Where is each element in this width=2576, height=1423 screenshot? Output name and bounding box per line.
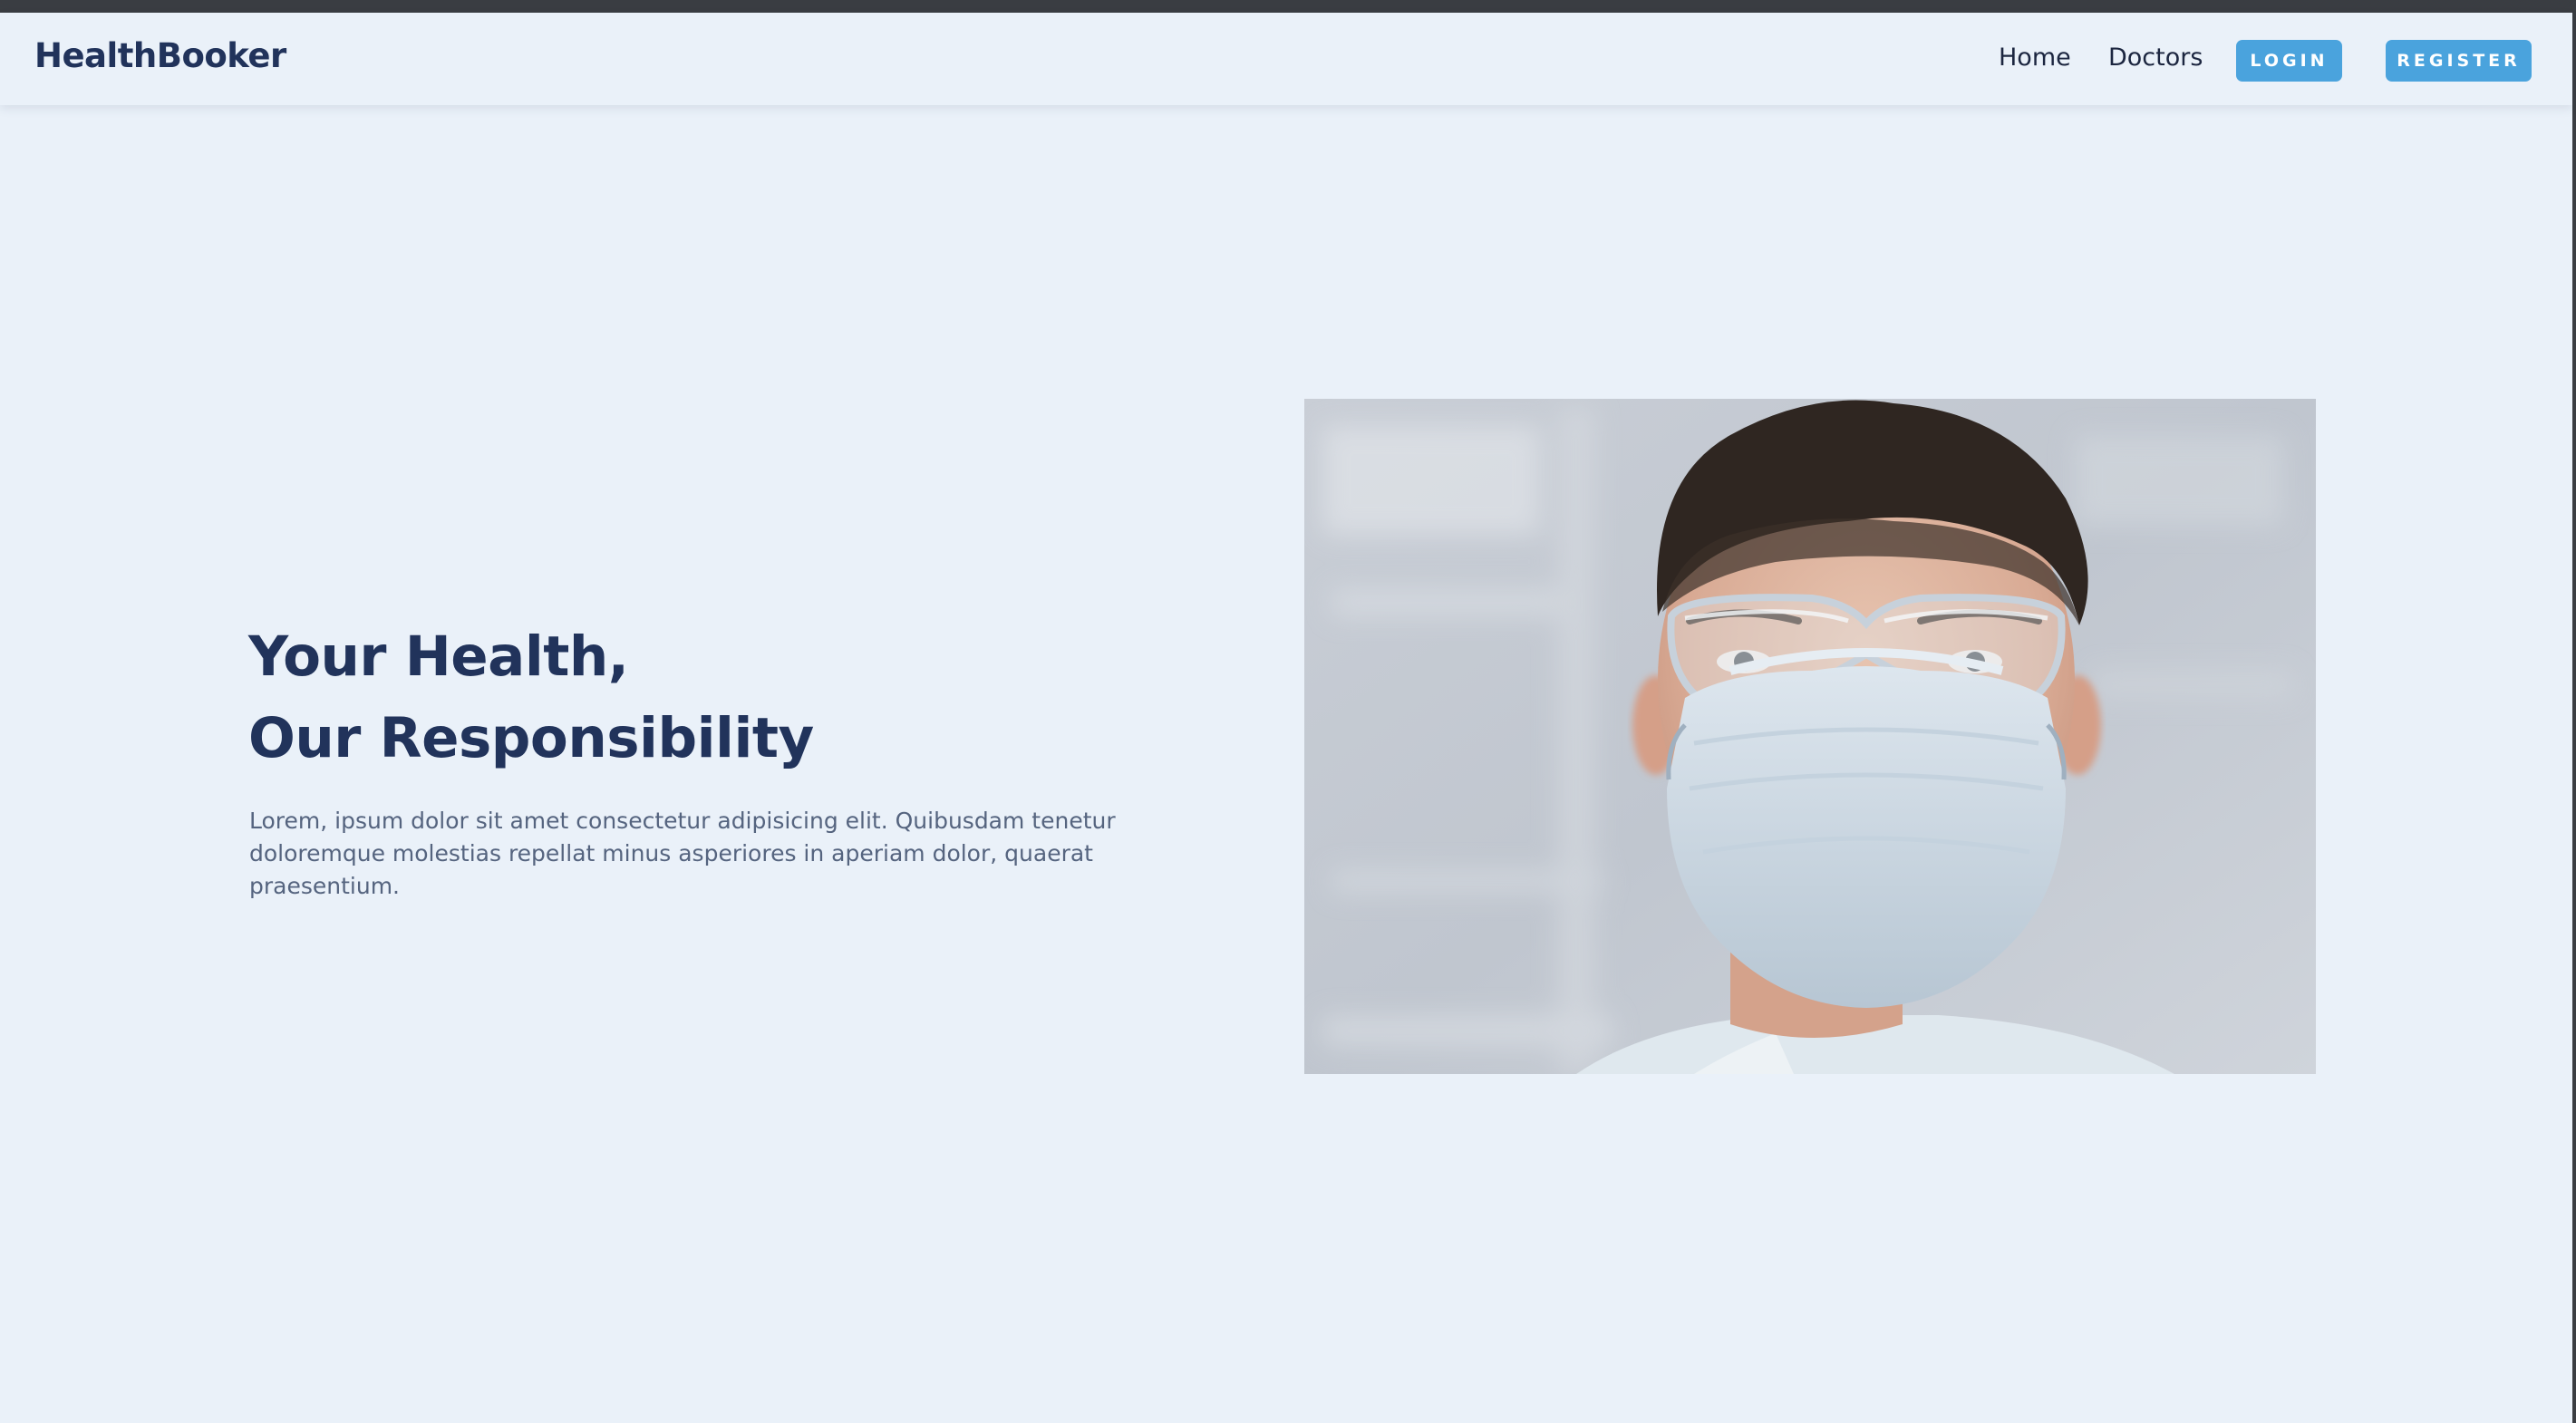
- nav-home-link[interactable]: Home: [1999, 44, 2071, 72]
- navbar: HealthBooker Home Doctors LOGIN REGISTER: [0, 13, 2572, 105]
- hero-title-line-1: Your Health,: [248, 624, 629, 689]
- register-button[interactable]: REGISTER: [2386, 40, 2532, 82]
- hero-description: Lorem, ipsum dolor sit amet consectetur …: [249, 808, 1116, 899]
- brand-logo[interactable]: HealthBooker: [34, 36, 286, 75]
- window-right-edge: [2572, 0, 2576, 1423]
- nav-doctors-link[interactable]: Doctors: [2108, 44, 2203, 72]
- hero-title: Your Health, Our Responsibility: [248, 616, 814, 779]
- window-top-bar: [0, 0, 2576, 13]
- login-button[interactable]: LOGIN: [2236, 40, 2342, 82]
- hero-title-line-2: Our Responsibility: [248, 706, 814, 770]
- hero-doctor-image: [1304, 399, 2316, 1074]
